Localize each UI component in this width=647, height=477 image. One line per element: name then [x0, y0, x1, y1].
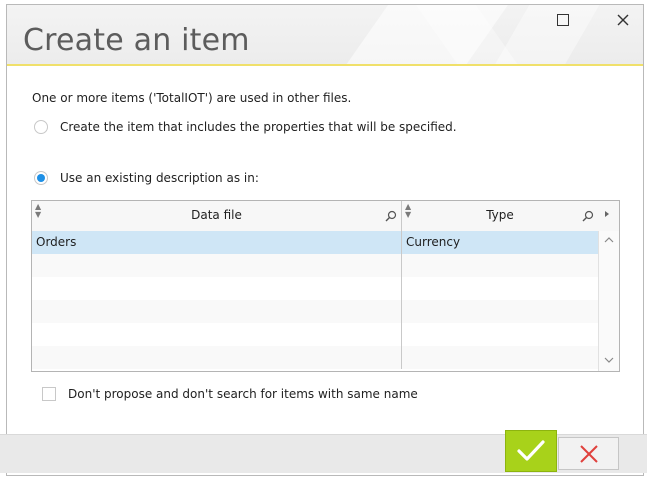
no-propose-option[interactable]: Don't propose and don't search for items… — [42, 387, 418, 401]
cell-empty — [402, 346, 598, 369]
table-row-empty — [32, 346, 598, 369]
cell-empty — [402, 300, 598, 323]
table-row-empty — [32, 300, 598, 323]
search-icon[interactable] — [582, 210, 594, 222]
option-create-item-label: Create the item that includes the proper… — [60, 120, 457, 134]
cell-empty — [402, 277, 598, 300]
cell-empty — [32, 277, 402, 300]
cell-empty — [32, 323, 402, 346]
option-use-existing-label: Use an existing description as in: — [60, 171, 259, 185]
no-propose-label: Don't propose and don't search for items… — [68, 387, 418, 401]
maximize-icon — [557, 14, 569, 26]
vertical-scrollbar[interactable] — [598, 231, 619, 371]
scroll-up-icon[interactable] — [604, 235, 614, 245]
cell-empty — [32, 346, 402, 369]
column-header-label: Data file — [191, 208, 242, 222]
ok-button[interactable] — [505, 430, 557, 472]
table-row-empty — [32, 277, 598, 300]
descriptions-table: ▲ ▼ Data file ▲ ▼ Type Orders Currency — [31, 200, 620, 372]
cell-empty — [402, 254, 598, 277]
cell-data-file: Orders — [32, 231, 402, 254]
title-bar: Create an item — [7, 5, 643, 65]
dialog-title: Create an item — [23, 23, 250, 58]
scroll-down-icon[interactable] — [604, 355, 614, 365]
maximize-button[interactable] — [545, 7, 581, 33]
radio-selected-dot — [37, 174, 45, 182]
table-header: ▲ ▼ Data file ▲ ▼ Type — [32, 201, 619, 232]
cell-empty — [32, 254, 402, 277]
column-header-type[interactable]: ▲ ▼ Type — [402, 201, 598, 231]
table-row[interactable]: Orders Currency — [32, 231, 598, 254]
title-accent-line — [7, 64, 643, 66]
close-icon — [617, 14, 629, 26]
cancel-button[interactable] — [558, 437, 619, 470]
radio-use-existing[interactable] — [34, 171, 48, 185]
close-button[interactable] — [605, 7, 641, 33]
cancel-x-icon — [579, 444, 598, 463]
cell-type: Currency — [406, 235, 461, 249]
cell-empty — [402, 323, 598, 346]
radio-create-item[interactable] — [34, 120, 48, 134]
table-row-empty — [32, 323, 598, 346]
column-header-label: Type — [486, 208, 514, 222]
table-row-empty — [32, 254, 598, 277]
cell-empty — [32, 300, 402, 323]
checkmark-icon — [517, 440, 545, 461]
search-icon[interactable] — [385, 210, 397, 222]
option-use-existing[interactable]: Use an existing description as in: — [34, 171, 259, 185]
no-propose-checkbox[interactable] — [42, 387, 56, 401]
option-create-item[interactable]: Create the item that includes the proper… — [34, 120, 457, 134]
column-header-data-file[interactable]: ▲ ▼ Data file — [32, 201, 402, 231]
info-message: One or more items ('TotalIOT') are used … — [32, 91, 352, 105]
scroll-right-icon[interactable] — [605, 211, 609, 217]
